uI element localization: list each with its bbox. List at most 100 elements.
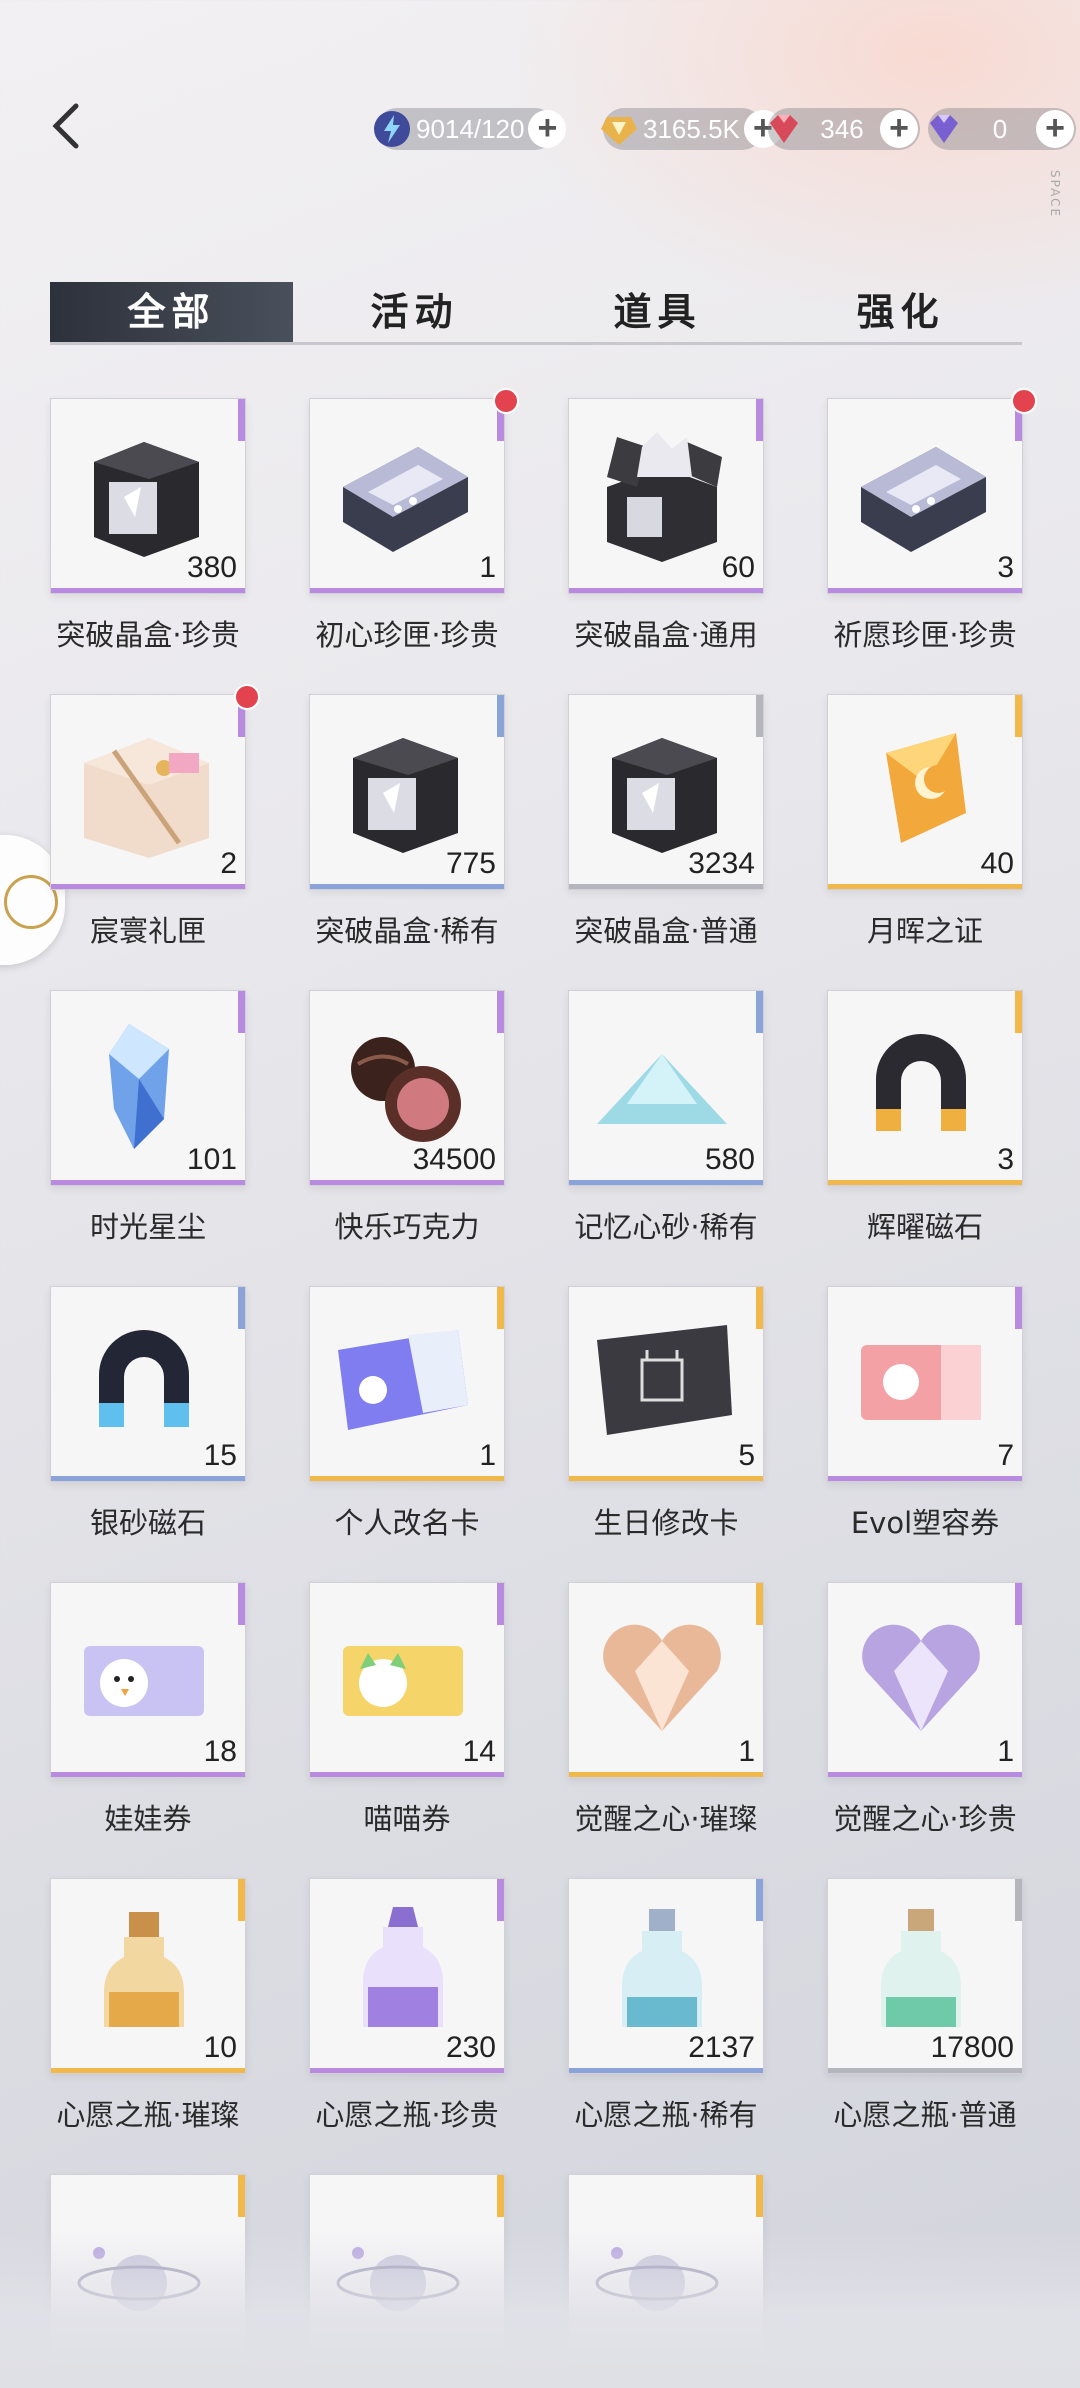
item-card[interactable]: 1 bbox=[568, 1582, 764, 1778]
inventory-item[interactable]: 380 突破晶盒·珍贵 bbox=[50, 398, 246, 652]
item-card[interactable]: 5 bbox=[568, 1286, 764, 1482]
item-card[interactable]: 7 bbox=[827, 1286, 1023, 1482]
item-name: 心愿之瓶·普通 bbox=[833, 2098, 1017, 2132]
item-card[interactable]: 40 bbox=[827, 694, 1023, 890]
item-name: 突破晶盒·稀有 bbox=[315, 914, 499, 948]
inventory-item[interactable]: 5 生日修改卡 bbox=[568, 1286, 764, 1540]
inventory-item[interactable]: 7 Evol塑容券 bbox=[827, 1286, 1023, 1540]
item-count: 3 bbox=[997, 1143, 1014, 1176]
item-name: 突破晶盒·普通 bbox=[574, 914, 758, 948]
inventory-item[interactable]: 3234 突破晶盒·普通 bbox=[568, 694, 764, 948]
rarity-tag bbox=[756, 2175, 763, 2217]
item-card[interactable]: 34500 bbox=[309, 990, 505, 1186]
item-card[interactable]: 14 bbox=[309, 1582, 505, 1778]
rarity-tag bbox=[238, 991, 245, 1033]
item-card[interactable]: 17800 bbox=[827, 1878, 1023, 2074]
item-count: 14 bbox=[462, 1735, 496, 1768]
item-name: 喵喵券 bbox=[363, 1802, 451, 1836]
rarity-tag bbox=[756, 1287, 763, 1329]
inventory-item[interactable]: 14 喵喵券 bbox=[309, 1582, 505, 1836]
rename-card-icon bbox=[328, 1305, 478, 1455]
item-count: 7 bbox=[997, 1439, 1014, 1472]
resource-gold-coin: 3165.5K + bbox=[601, 108, 782, 150]
inventory-item[interactable]: 15 银砂磁石 bbox=[50, 1286, 246, 1540]
purple-bottle-icon bbox=[328, 1897, 478, 2047]
item-card[interactable]: 1 bbox=[309, 398, 505, 594]
item-name: 银砂磁石 bbox=[89, 1506, 206, 1540]
item-card[interactable]: 10 bbox=[50, 1878, 246, 2074]
rarity-tag bbox=[238, 1583, 245, 1625]
inventory-item[interactable]: 1 个人改名卡 bbox=[309, 1286, 505, 1540]
inventory-item[interactable]: 3 辉曜磁石 bbox=[827, 990, 1023, 1244]
item-card[interactable]: 2137 bbox=[568, 1878, 764, 2074]
green-bottle-icon bbox=[846, 1897, 996, 2047]
item-card[interactable]: 1 bbox=[309, 1286, 505, 1482]
blue-bottle-icon bbox=[587, 1897, 737, 2047]
inventory-item[interactable]: 230 心愿之瓶·珍贵 bbox=[309, 1878, 505, 2132]
tab-3[interactable]: 强化 bbox=[779, 282, 1022, 342]
rarity-tag bbox=[238, 399, 245, 441]
item-card[interactable]: 3 bbox=[827, 990, 1023, 1186]
resource-lightning: 9014/120 + bbox=[374, 108, 567, 150]
inventory-item[interactable]: 3 祈愿珍匣·珍贵 bbox=[827, 388, 1037, 652]
rarity-tag bbox=[497, 1287, 504, 1329]
inventory-item[interactable]: 18 娃娃券 bbox=[50, 1582, 246, 1836]
item-count: 3234 bbox=[688, 847, 755, 880]
item-count: 15 bbox=[203, 1439, 237, 1472]
back-arrow-icon[interactable] bbox=[46, 100, 86, 152]
rarity-tag bbox=[1015, 991, 1022, 1033]
inventory-item[interactable]: 34500 快乐巧克力 bbox=[309, 990, 505, 1244]
item-card[interactable]: 2 bbox=[50, 694, 246, 890]
item-card[interactable]: 101 bbox=[50, 990, 246, 1186]
birthday-card-icon bbox=[587, 1305, 737, 1455]
inventory-item[interactable]: 2137 心愿之瓶·稀有 bbox=[568, 1878, 764, 2132]
item-card[interactable]: 580 bbox=[568, 990, 764, 1186]
inventory-item[interactable]: 2 宸寰礼匣 bbox=[50, 684, 260, 948]
rarity-tag bbox=[1015, 1879, 1022, 1921]
inventory-item[interactable]: 101 时光星尘 bbox=[50, 990, 246, 1244]
item-card[interactable]: 380 bbox=[50, 398, 246, 594]
gold-bottle-icon bbox=[69, 1897, 219, 2047]
inventory-item[interactable]: 1 初心珍匣·珍贵 bbox=[309, 388, 519, 652]
add-resource-button[interactable]: + bbox=[880, 110, 918, 148]
rarity-tag bbox=[756, 991, 763, 1033]
inventory-item[interactable]: 40 月晖之证 bbox=[827, 694, 1023, 948]
red-diamond-icon bbox=[764, 109, 804, 149]
new-badge bbox=[1011, 388, 1037, 414]
inventory-item[interactable]: 17800 心愿之瓶·普通 bbox=[827, 1878, 1023, 2132]
item-card[interactable]: 3234 bbox=[568, 694, 764, 890]
moon-crystal-icon bbox=[846, 713, 996, 863]
item-card[interactable]: 775 bbox=[309, 694, 505, 890]
rarity-tag bbox=[756, 399, 763, 441]
resource-value: 3165.5K bbox=[643, 113, 740, 144]
inventory-item[interactable]: 1 觉醒之心·珍贵 bbox=[827, 1582, 1023, 1836]
item-card[interactable]: 15 bbox=[50, 1286, 246, 1482]
add-resource-button[interactable]: + bbox=[1036, 110, 1074, 148]
item-card[interactable]: 1 bbox=[827, 1582, 1023, 1778]
inventory-item[interactable]: 775 突破晶盒·稀有 bbox=[309, 694, 505, 948]
item-count: 10 bbox=[203, 2031, 237, 2064]
black-box-icon bbox=[587, 713, 737, 863]
cat-ticket-icon bbox=[328, 1601, 478, 1751]
item-name: 心愿之瓶·稀有 bbox=[574, 2098, 758, 2132]
item-name: 宸寰礼匣 bbox=[89, 914, 206, 948]
item-card[interactable]: 18 bbox=[50, 1582, 246, 1778]
item-count: 380 bbox=[186, 551, 237, 584]
inventory-item[interactable]: 1 觉醒之心·璀璨 bbox=[568, 1582, 764, 1836]
inventory-item[interactable]: 580 记忆心砂·稀有 bbox=[568, 990, 764, 1244]
resource-value: 9014/120 bbox=[416, 113, 525, 144]
item-name: 时光星尘 bbox=[89, 1210, 206, 1244]
item-card[interactable]: 230 bbox=[309, 1878, 505, 2074]
rarity-bar bbox=[828, 884, 1022, 889]
inventory-item[interactable]: 60 突破晶盒·通用 bbox=[568, 398, 764, 652]
item-card[interactable]: 60 bbox=[568, 398, 764, 594]
rarity-tag bbox=[756, 695, 763, 737]
inventory-item[interactable]: 10 心愿之瓶·璀璨 bbox=[50, 1878, 246, 2132]
tab-2[interactable]: 道具 bbox=[536, 282, 779, 342]
tab-0[interactable]: 全部 bbox=[50, 282, 293, 342]
rarity-bar bbox=[569, 2068, 763, 2073]
rarity-tag bbox=[497, 1879, 504, 1921]
rarity-bar bbox=[51, 1772, 245, 1777]
item-card[interactable]: 3 bbox=[827, 398, 1023, 594]
tab-1[interactable]: 活动 bbox=[293, 282, 536, 342]
